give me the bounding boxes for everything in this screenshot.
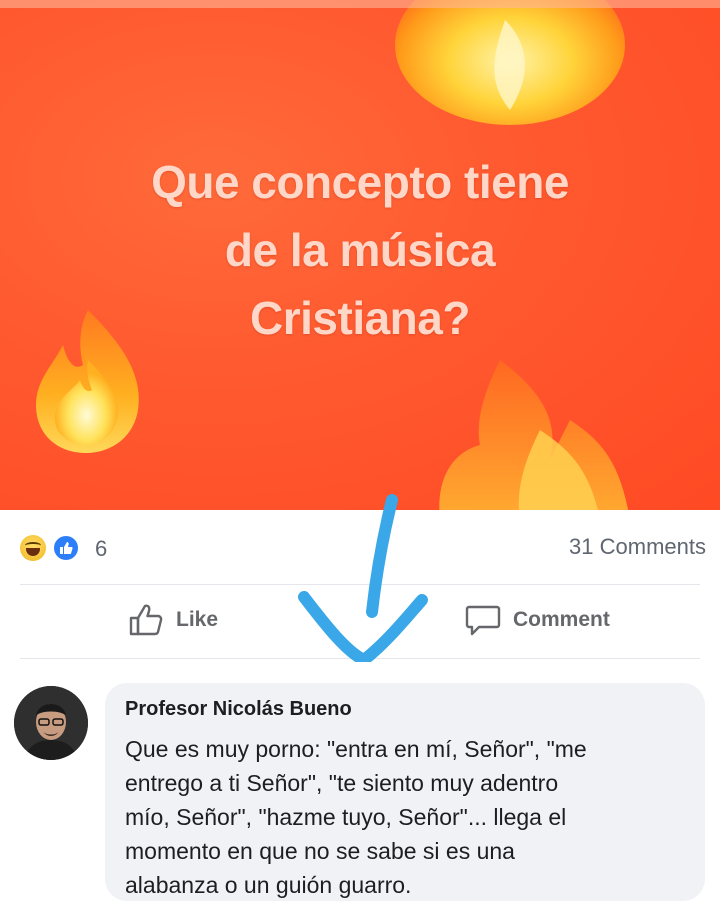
post-image: Que concepto tiene de la música Cristian… <box>0 0 720 510</box>
flame-icon <box>36 310 139 453</box>
fire-emoji-icon <box>395 0 625 125</box>
post-text-line: Cristiana? <box>250 292 470 344</box>
comment-text-line: mío, Señor", "hazme tuyo, Señor"... lleg… <box>125 804 567 830</box>
avatar[interactable] <box>14 686 88 760</box>
post-text-line: de la música <box>224 224 496 276</box>
post-text-line: Que concepto tiene <box>151 156 569 208</box>
avatar-photo-icon <box>14 686 88 760</box>
comment-text-line: Que es muy porno: "entra en mí, Señor", … <box>125 736 587 762</box>
reaction-count[interactable]: 6 <box>95 536 107 562</box>
arrow-down-icon <box>298 494 428 666</box>
comment-text: Que es muy porno: "entra en mí, Señor", … <box>125 732 685 902</box>
thumbs-up-icon <box>129 604 163 636</box>
haha-reaction-icon <box>20 535 46 561</box>
comment-label: Comment <box>513 608 610 631</box>
post-text: Que concepto tiene de la música Cristian… <box>60 148 660 352</box>
comment-text-line: entrego a ti Señor", "te siento muy aden… <box>125 770 559 796</box>
like-button[interactable]: Like <box>128 600 218 640</box>
comment-button[interactable]: Comment <box>465 600 610 640</box>
comment-text-line: alabanza o un guión guarro. <box>125 872 412 898</box>
like-reaction-icon <box>52 534 80 562</box>
like-label: Like <box>176 608 219 631</box>
comment-author-name[interactable]: Profesor Nicolás Bueno <box>125 698 352 721</box>
flame-icon <box>439 360 629 510</box>
comments-count-link[interactable]: 31 Comments <box>569 534 706 560</box>
comment-bubble-icon <box>465 605 501 636</box>
reaction-icons[interactable] <box>20 533 90 563</box>
comment-text-line: momento en que no se sabe si es una <box>125 838 515 864</box>
